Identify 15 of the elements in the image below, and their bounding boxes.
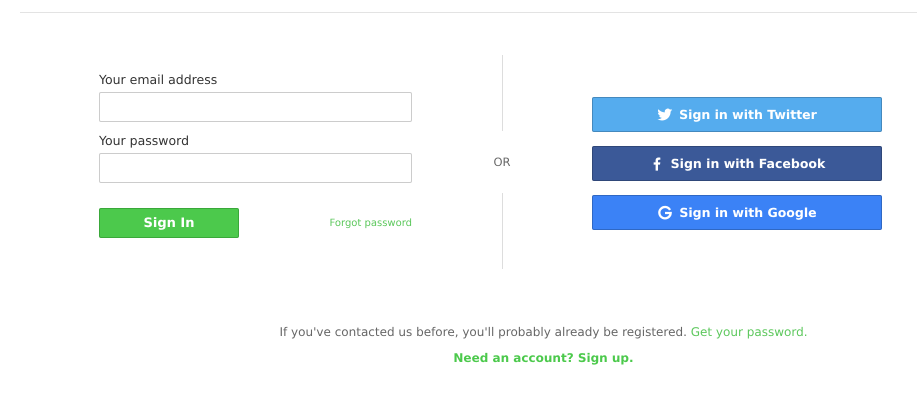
sign-in-button[interactable]: Sign In	[99, 208, 239, 238]
input-field[interactable]	[99, 92, 412, 122]
social-sign-in-button[interactable]: Sign in with Google	[592, 195, 882, 230]
field-label: Your email address	[99, 72, 218, 87]
social-sign-in-button[interactable]: Sign in with Facebook	[592, 146, 882, 181]
bird-icon	[657, 106, 674, 122]
sign-up-link[interactable]: Need an account? Sign up.	[453, 351, 634, 365]
input-field[interactable]	[99, 153, 412, 183]
forgot-password-link[interactable]: Forgot password	[330, 218, 412, 228]
social-sign-in-button[interactable]: Sign in with Twitter	[592, 97, 882, 132]
get-password-link[interactable]: Get your password.	[690, 325, 808, 339]
g-letter-icon	[657, 204, 674, 220]
registration-note: If you've contacted us before, you'll probably already be registered. Get your password.	[279, 325, 808, 339]
field-label: Your password	[99, 133, 190, 148]
or-label: OR	[493, 155, 511, 169]
